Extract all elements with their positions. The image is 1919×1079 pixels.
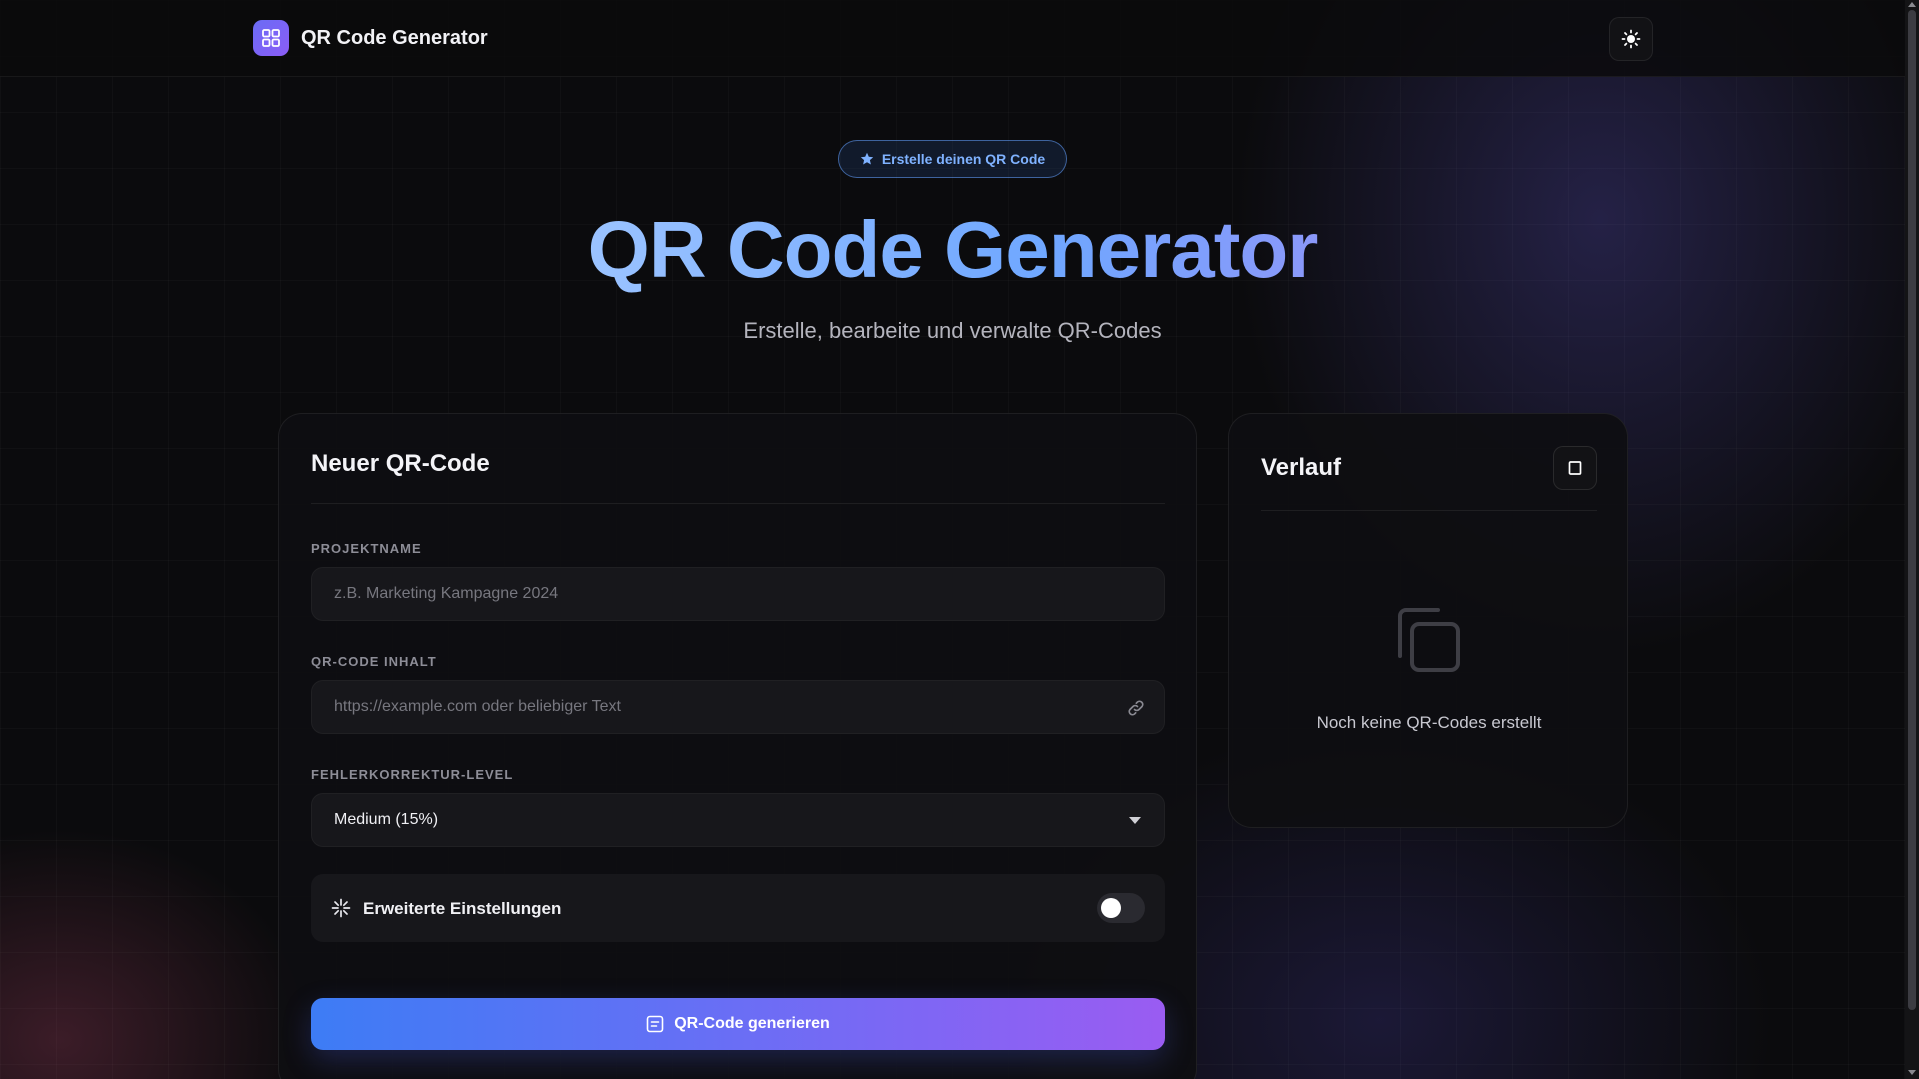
hero-subtitle: Erstelle, bearbeite und verwalte QR-Code… bbox=[743, 318, 1162, 343]
scroll-down-arrow-icon[interactable] bbox=[1908, 1070, 1916, 1075]
app-title: QR Code Generator bbox=[301, 26, 488, 49]
sun-icon bbox=[1621, 29, 1641, 49]
advanced-settings-label: Erweiterte Einstellungen bbox=[363, 899, 562, 918]
hero-badge: Erstelle deinen QR Code bbox=[838, 140, 1067, 178]
generate-button-label: QR-Code generieren bbox=[674, 1015, 830, 1032]
project-name-field bbox=[311, 567, 1165, 621]
theme-toggle-button[interactable] bbox=[1609, 17, 1653, 61]
new-qr-code-card: Neuer QR-Code PROJEKTNAME QR-CODE INHALT… bbox=[278, 413, 1197, 1079]
square-icon bbox=[1568, 461, 1582, 475]
form-title: Neuer QR-Code bbox=[311, 450, 490, 477]
advanced-settings-toggle[interactable] bbox=[1097, 893, 1145, 923]
history-divider bbox=[1261, 510, 1597, 511]
qr-grid-icon bbox=[253, 20, 289, 56]
toggle-knob bbox=[1101, 898, 1121, 918]
qr-content-label: QR-CODE INHALT bbox=[311, 654, 437, 669]
hero-title: QR Code Generator bbox=[0, 200, 1905, 300]
brand[interactable]: QR Code Generator bbox=[253, 20, 488, 56]
form-divider bbox=[311, 503, 1165, 504]
history-action-button[interactable] bbox=[1553, 446, 1597, 490]
error-level-select[interactable]: Medium (15%) bbox=[311, 793, 1165, 847]
qr-doc-icon bbox=[646, 1015, 664, 1033]
history-title: Verlauf bbox=[1261, 454, 1342, 481]
scroll-up-arrow-icon[interactable] bbox=[1908, 2, 1916, 7]
generate-qr-code-button[interactable]: QR-Code generieren bbox=[311, 998, 1165, 1050]
link-icon[interactable] bbox=[1126, 698, 1146, 718]
copy-icon bbox=[1398, 608, 1460, 672]
project-name-input[interactable] bbox=[312, 568, 1164, 620]
hero-badge-label: Erstelle deinen QR Code bbox=[881, 151, 1046, 167]
sparkle-icon bbox=[331, 898, 351, 918]
history-empty-text: Noch keine QR-Codes erstellt bbox=[1316, 713, 1542, 732]
chevron-down-icon bbox=[1129, 817, 1141, 824]
star-icon bbox=[860, 152, 874, 165]
history-card: Verlauf Noch keine QR-Codes erstellt bbox=[1228, 413, 1628, 828]
error-level-label: FEHLERKORREKTUR-LEVEL bbox=[311, 767, 514, 782]
top-navigation-bar: QR Code Generator bbox=[0, 0, 1905, 77]
project-name-label: PROJEKTNAME bbox=[311, 541, 422, 556]
error-level-selected-value: Medium (15%) bbox=[334, 811, 439, 828]
advanced-settings-row[interactable]: Erweiterte Einstellungen bbox=[311, 874, 1165, 942]
qr-content-field bbox=[311, 680, 1165, 734]
page-scrollbar[interactable] bbox=[1905, 0, 1919, 1079]
scroll-thumb[interactable] bbox=[1908, 10, 1916, 1010]
qr-content-input[interactable] bbox=[312, 681, 1164, 733]
page: QR Code Generator Erstelle deinen QR Cod… bbox=[0, 0, 1919, 1079]
